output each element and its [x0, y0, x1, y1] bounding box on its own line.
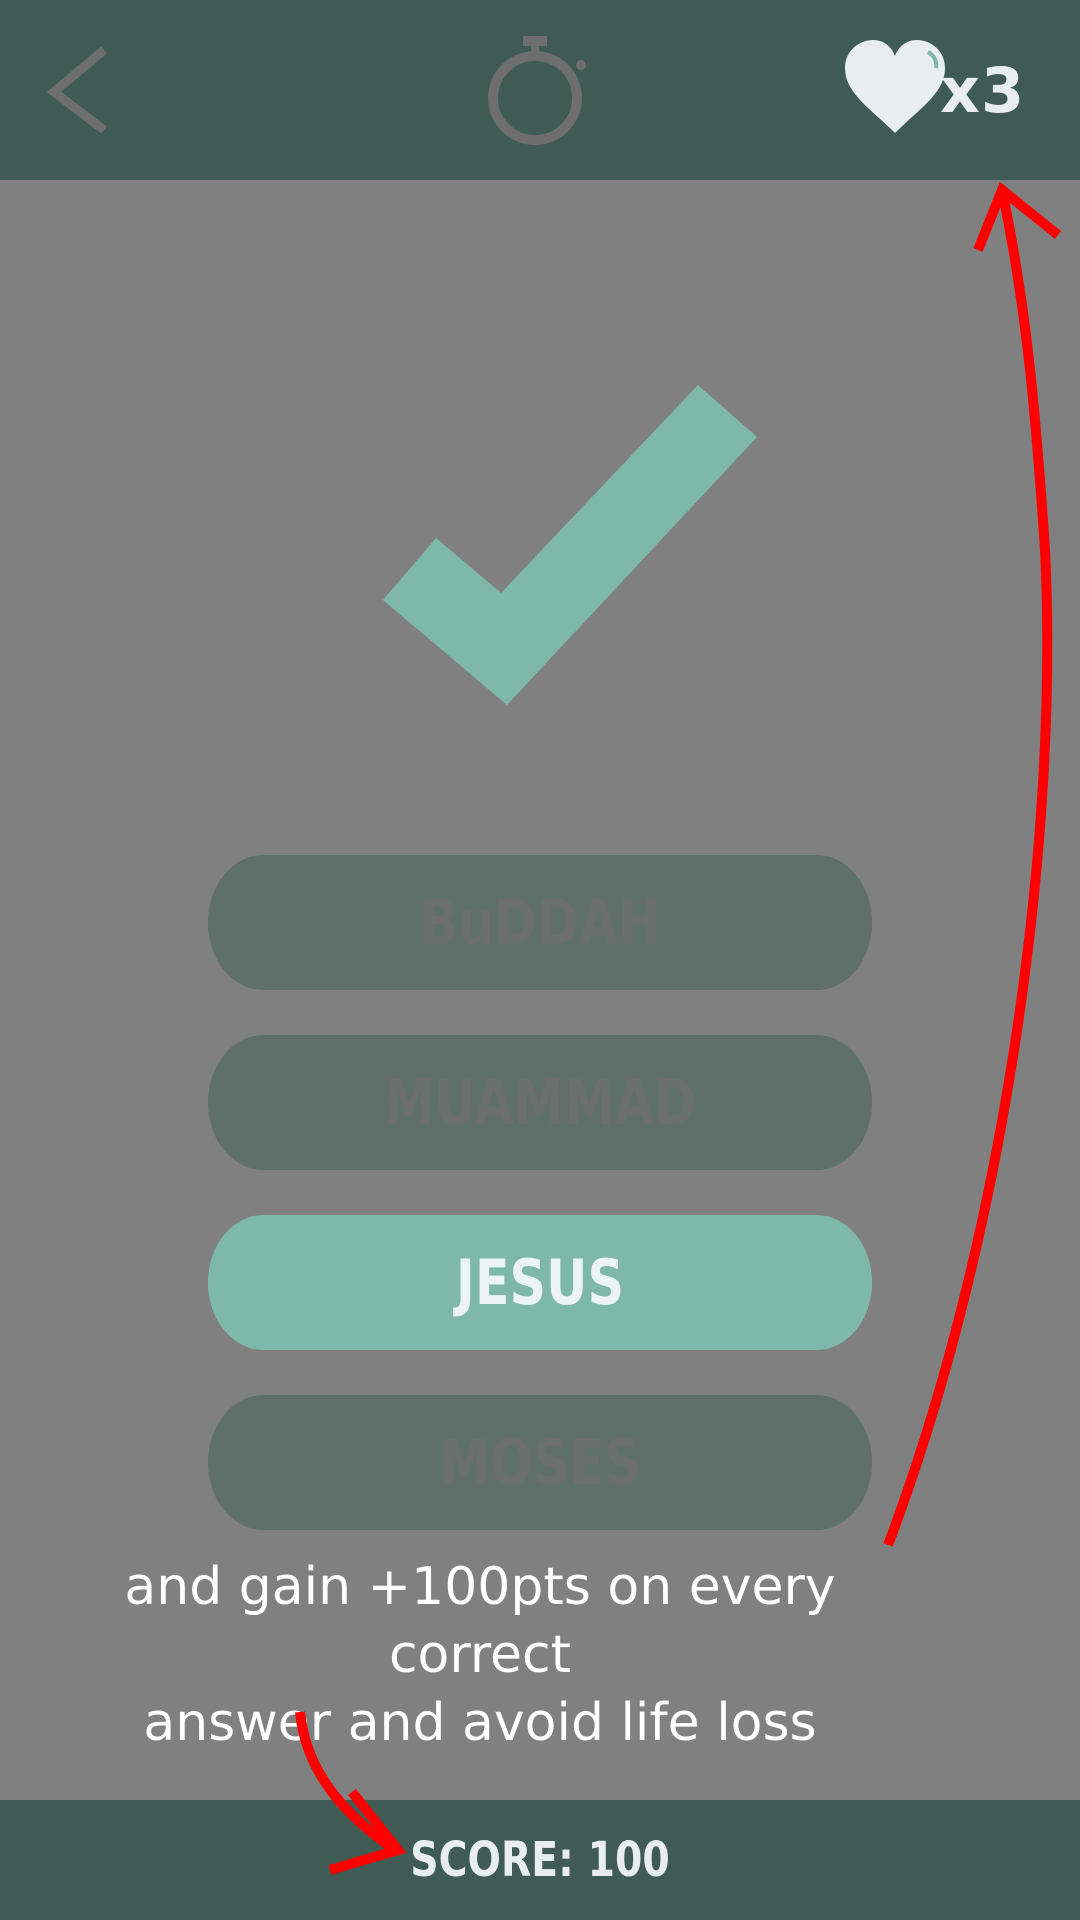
checkmark-icon — [383, 385, 757, 705]
tip-line-1: and gain +100pts on every correct — [124, 1557, 836, 1685]
top-bar: x3 — [0, 0, 1080, 180]
answer-option-4[interactable]: MOSES — [207, 1395, 873, 1530]
tip-line-2: answer and avoid life loss — [143, 1693, 817, 1753]
arrow-to-lives — [883, 188, 1053, 1547]
tutorial-tip: and gain +100pts on every correct answer… — [30, 1553, 930, 1757]
stopwatch-icon — [488, 36, 586, 145]
answer-option-correct[interactable]: JESUS — [207, 1215, 873, 1350]
answer-option-2[interactable]: MUAMMAD — [207, 1035, 873, 1170]
lives-count: x3 — [940, 54, 1026, 127]
chevron-left-icon[interactable] — [40, 40, 120, 140]
answer-option-1[interactable]: BuDDAH — [207, 855, 873, 990]
heart-icon — [845, 40, 945, 133]
arrow-to-lives-head — [973, 181, 1062, 252]
score-label: SCORE: 100 — [410, 1832, 670, 1888]
lives-indicator: x3 — [840, 38, 1040, 138]
